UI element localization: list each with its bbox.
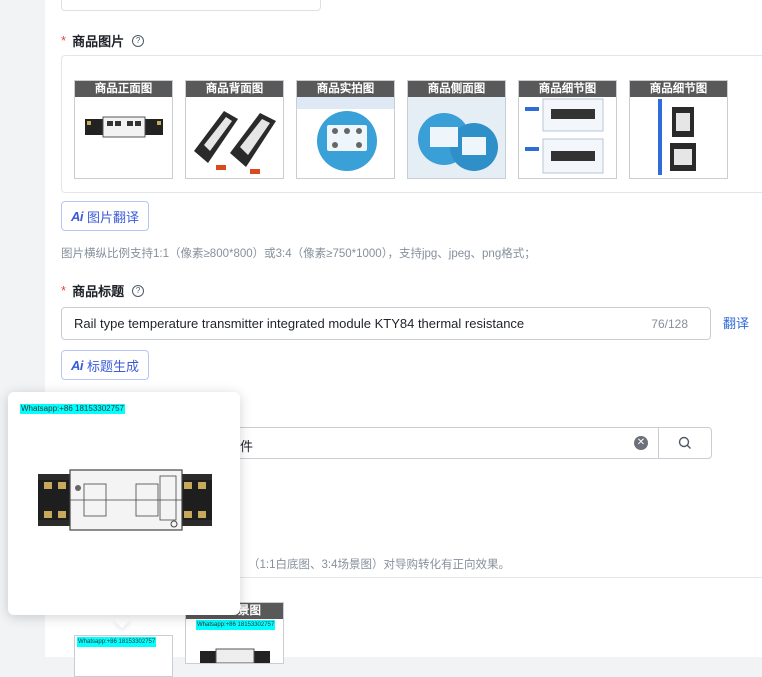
image-preview-popup: Whatsapp:+86 18153302757 xyxy=(8,392,240,615)
ai-icon: Ai xyxy=(71,208,84,224)
search-icon xyxy=(678,436,691,449)
thumbnail-back[interactable]: 商品背面图 xyxy=(185,80,284,179)
thumbnail-detail-2[interactable]: 商品细节图 xyxy=(629,80,728,179)
title-label: * 商品标题 ? xyxy=(61,281,145,300)
lower-thumbnail-1[interactable]: Whatsapp:+86 18153302757 xyxy=(74,635,173,677)
ai-icon: Ai xyxy=(71,357,84,373)
title-translate-link[interactable]: 翻译 xyxy=(723,313,749,332)
title-char-counter: 76/128 xyxy=(651,317,688,331)
thumbnail-detail-1[interactable]: 商品细节图 xyxy=(518,80,617,179)
thumbnail-front[interactable]: 商品正面图 xyxy=(74,80,173,179)
help-icon[interactable]: ? xyxy=(132,284,145,297)
previous-field-box[interactable] xyxy=(61,0,321,11)
popup-product-image xyxy=(38,469,212,531)
thumbnail-side[interactable]: 商品侧面图 xyxy=(407,80,506,179)
image-upload-area: 商品正面图 商品背面图 商品实拍图 商品侧面图 商品细节图 商品细节图 xyxy=(61,55,762,193)
thumbnail-photo[interactable]: 商品实拍图 xyxy=(296,80,395,179)
image-format-hint: 图片横纵比例支持1:1（像素≥800*800）或3:4（像素≥750*1000）… xyxy=(61,248,536,260)
images-label: * 商品图片 ? xyxy=(61,31,145,50)
title-generate-button[interactable]: Ai 标题生成 xyxy=(61,350,150,380)
clear-icon[interactable]: ✕ xyxy=(634,436,648,450)
category-search-input[interactable]: 件 ✕ xyxy=(205,427,712,459)
main-image-hint: （1:1白底图、3:4场景图）对导购转化有正向效果。 xyxy=(248,559,510,571)
search-button[interactable] xyxy=(658,428,711,458)
image-translate-button[interactable]: Ai 图片翻译 xyxy=(61,201,150,231)
help-icon[interactable]: ? xyxy=(132,34,145,47)
title-input[interactable]: Rail type temperature transmitter integr… xyxy=(61,307,711,340)
